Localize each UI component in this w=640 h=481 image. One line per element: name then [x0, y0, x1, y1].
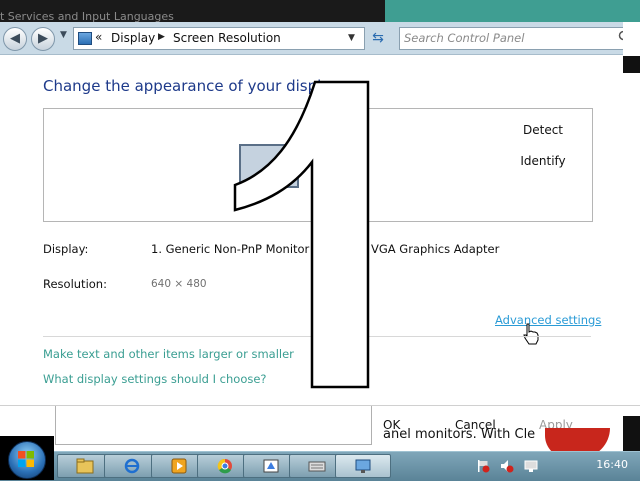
- flag-alert-icon[interactable]: [476, 459, 490, 473]
- display-label: Display:: [43, 242, 89, 256]
- display-select-tail[interactable]: VGA Graphics Adapter: [371, 242, 499, 256]
- recent-pages-dropdown[interactable]: ▼: [60, 30, 67, 40]
- breadcrumb-screen-resolution[interactable]: Screen Resolution: [173, 31, 281, 45]
- back-button[interactable]: ◀: [3, 27, 27, 51]
- network-icon[interactable]: [524, 459, 538, 473]
- desktop-background: [385, 0, 640, 22]
- address-dropdown-icon[interactable]: ▼: [348, 33, 355, 43]
- paint-icon: [263, 459, 279, 473]
- identify-button[interactable]: Identify: [506, 154, 580, 168]
- background-document-text: anel monitors. With Cle: [383, 427, 536, 442]
- dialog-button-bar: OK Cancel Apply anel monitors. With Cle: [0, 405, 640, 458]
- taskbar: 16:40: [0, 451, 640, 481]
- display-settings-icon: [355, 459, 371, 473]
- system-tray: 16:40: [470, 454, 640, 478]
- breadcrumb-overflow-chevron[interactable]: «: [95, 30, 102, 44]
- detect-button[interactable]: Detect: [506, 123, 580, 137]
- navigation-bar: ◀ ▶ ▼ « Display ▶ Screen Resolution ▼ ⇆: [0, 22, 640, 55]
- keyboard-icon: [308, 461, 326, 472]
- refresh-button[interactable]: ⇆: [367, 28, 389, 48]
- breadcrumb-separator-icon[interactable]: ▶: [158, 32, 165, 42]
- volume-muted-icon[interactable]: [500, 459, 514, 473]
- start-button[interactable]: [0, 436, 54, 480]
- taskbar-clock[interactable]: 16:40: [596, 458, 628, 471]
- search-box[interactable]: [399, 27, 637, 50]
- resolution-select[interactable]: 640 × 480: [151, 278, 207, 290]
- big-number-one-overlay: [233, 80, 370, 389]
- breadcrumb-display[interactable]: Display: [111, 31, 155, 45]
- dark-corner-block: [623, 416, 640, 452]
- control-panel-icon: [78, 32, 92, 45]
- background-document-window: [55, 406, 372, 445]
- taskbar-display-settings[interactable]: [335, 454, 391, 478]
- scrollbar-block: [623, 56, 640, 73]
- address-bar[interactable]: « Display ▶ Screen Resolution ▼: [73, 27, 365, 50]
- forward-button[interactable]: ▶: [31, 27, 55, 51]
- media-player-icon: [171, 458, 187, 474]
- internet-explorer-icon: [124, 458, 140, 474]
- search-input[interactable]: [404, 29, 609, 46]
- background-window-titlebar: t Services and Input Languages: [0, 0, 385, 23]
- windows-logo-icon: [18, 451, 34, 467]
- resolution-label: Resolution:: [43, 277, 107, 291]
- advanced-settings-link[interactable]: Advanced settings: [495, 313, 601, 327]
- hand-cursor-icon: [523, 323, 539, 345]
- right-edge-scrollbar[interactable]: [623, 22, 640, 405]
- explorer-icon: [76, 458, 94, 474]
- chrome-icon: [217, 458, 232, 474]
